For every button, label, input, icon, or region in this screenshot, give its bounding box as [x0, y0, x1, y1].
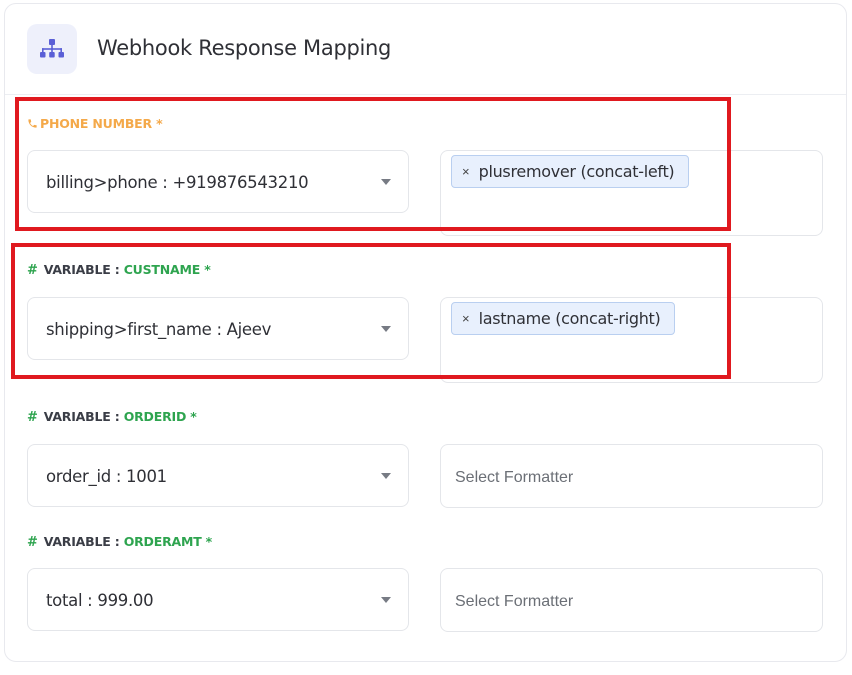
orderamt-field-select[interactable]: total : 999.00 [27, 568, 409, 631]
sitemap-icon [27, 24, 77, 74]
variable-label-orderamt: # VARIABLE : ORDERAMT * [27, 534, 213, 550]
formatter-placeholder: Select Formatter [455, 469, 574, 486]
chevron-down-icon[interactable] [381, 473, 391, 479]
hash-icon: # [27, 535, 38, 550]
header-divider [5, 94, 846, 95]
hash-icon: # [27, 410, 38, 425]
variable-label-orderid: # VARIABLE : ORDERID * [27, 409, 197, 425]
highlight-box-phone [15, 97, 731, 231]
formatter-placeholder: Select Formatter [455, 593, 574, 610]
highlight-box-custname [11, 243, 731, 379]
select-value: total : 999.00 [46, 591, 154, 610]
formatter-select[interactable]: Select Formatter [440, 568, 823, 632]
page-title: Webhook Response Mapping [97, 36, 392, 60]
chevron-down-icon[interactable] [381, 597, 391, 603]
select-value: order_id : 1001 [46, 467, 167, 486]
formatter-select[interactable]: Select Formatter [440, 444, 823, 508]
orderid-field-select[interactable]: order_id : 1001 [27, 444, 409, 507]
